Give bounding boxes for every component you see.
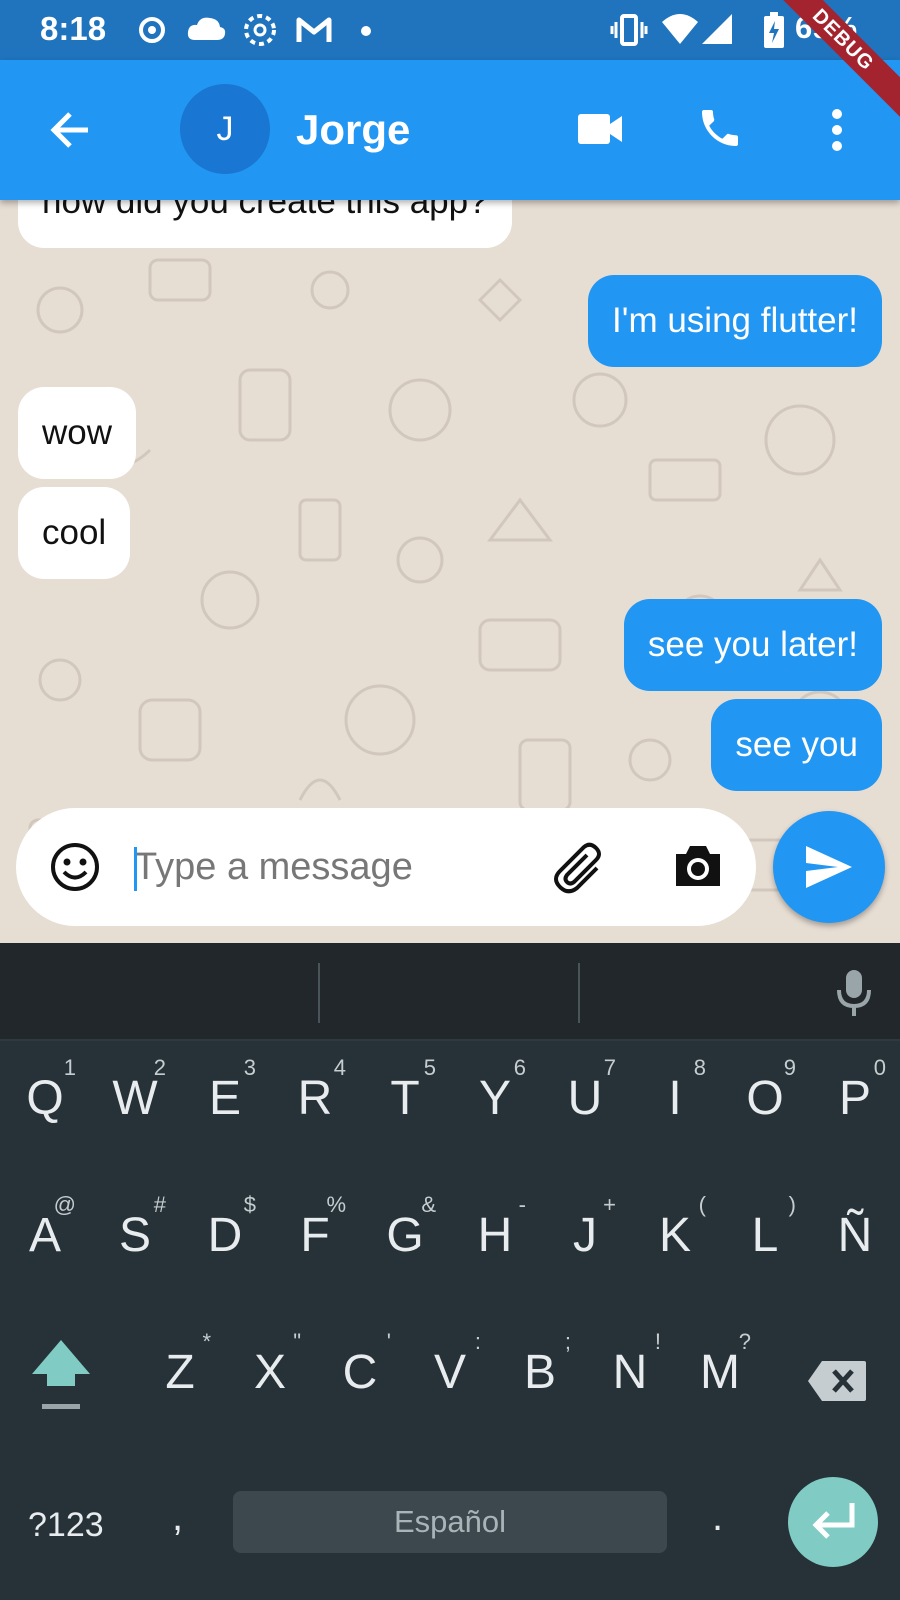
- key-u[interactable]: 7U: [540, 1041, 630, 1171]
- key-n[interactable]: ! N: [585, 1315, 675, 1445]
- wifi-icon: [660, 12, 700, 53]
- attach-icon[interactable]: [551, 840, 607, 899]
- key-t[interactable]: 5T: [360, 1041, 450, 1171]
- suggestion-divider: [318, 963, 320, 1023]
- message-bubble-outgoing: see you: [711, 699, 882, 791]
- key-h[interactable]: -H: [450, 1178, 540, 1308]
- circle-app-icon: [242, 12, 278, 53]
- key-y[interactable]: 6Y: [450, 1041, 540, 1171]
- shift-icon[interactable]: [30, 1338, 92, 1417]
- call-icon[interactable]: [696, 104, 744, 157]
- radio-icon: [138, 12, 166, 53]
- vibrate-icon: [610, 12, 648, 53]
- enter-icon: [812, 1503, 855, 1539]
- symbols-key[interactable]: ?123: [28, 1506, 104, 1545]
- suggestion-divider: [578, 963, 580, 1023]
- emoji-icon[interactable]: [50, 842, 100, 897]
- battery-charging-icon: [762, 12, 786, 55]
- soft-keyboard: 1Q 2W 3E 4R 5T 6Y 7U 8I 9O 0P @ A # S $ D %…: [0, 943, 900, 1600]
- videocam-icon[interactable]: [576, 112, 624, 151]
- message-input-bar: [16, 808, 756, 926]
- message-bubble-incoming: wow: [18, 387, 137, 479]
- key-r[interactable]: 4R: [270, 1041, 360, 1171]
- signal-icon: [700, 12, 736, 53]
- key-w[interactable]: 2W: [90, 1041, 180, 1171]
- key-z[interactable]: * Z: [135, 1315, 225, 1445]
- key-o[interactable]: 9O: [720, 1041, 810, 1171]
- key-v[interactable]: :V: [405, 1315, 495, 1445]
- suggestion-strip: [0, 943, 900, 1041]
- message-bubble-outgoing: I'm using flutter!: [588, 275, 882, 367]
- dot-icon: [360, 24, 372, 42]
- key-j[interactable]: + J: [540, 1178, 630, 1308]
- key-b[interactable]: ; B: [495, 1315, 585, 1445]
- key-e[interactable]: 3E: [180, 1041, 270, 1171]
- message-bubble-incoming: how did you create this app?: [18, 200, 512, 248]
- message-input[interactable]: [134, 838, 544, 896]
- app-bar: J Jorge: [0, 60, 900, 200]
- key-a[interactable]: @ A: [0, 1178, 90, 1308]
- spacebar[interactable]: Español: [233, 1491, 667, 1553]
- key-m[interactable]: ? M: [675, 1315, 765, 1445]
- cloud-chat-icon: [185, 12, 227, 53]
- key-s[interactable]: # S: [90, 1178, 180, 1308]
- key-f[interactable]: % F: [270, 1178, 360, 1308]
- key-c[interactable]: ' C: [315, 1315, 405, 1445]
- message-bubble-outgoing: see you later!: [623, 599, 882, 691]
- send-button[interactable]: [773, 811, 885, 923]
- contact-name[interactable]: Jorge: [296, 106, 410, 154]
- key-q[interactable]: 1Q: [0, 1041, 90, 1171]
- key-p[interactable]: 0P: [810, 1041, 900, 1171]
- period-key[interactable]: .: [712, 1495, 723, 1540]
- more-vert-icon[interactable]: [830, 108, 844, 157]
- status-bar: 8:18 69%: [0, 0, 900, 60]
- key-i[interactable]: 8I: [630, 1041, 720, 1171]
- key-g[interactable]: & G: [360, 1178, 450, 1308]
- message-bubble-incoming: cool: [18, 487, 131, 579]
- text-cursor: [134, 847, 137, 891]
- key-k[interactable]: (K: [630, 1178, 720, 1308]
- status-time: 8:18: [40, 10, 107, 47]
- key-n-tilde[interactable]: Ñ: [810, 1178, 900, 1308]
- backspace-icon[interactable]: [806, 1359, 868, 1408]
- enter-button[interactable]: [788, 1477, 878, 1567]
- key-x[interactable]: " X: [225, 1315, 315, 1445]
- arrow-back-icon[interactable]: [48, 108, 92, 157]
- key-d[interactable]: $ D: [180, 1178, 270, 1308]
- mic-icon[interactable]: [836, 968, 872, 1023]
- key-l[interactable]: ) L: [720, 1178, 810, 1308]
- camera-icon[interactable]: [672, 842, 724, 893]
- send-icon: [806, 846, 852, 888]
- comma-key[interactable]: ,: [172, 1495, 183, 1540]
- avatar[interactable]: J: [180, 84, 270, 174]
- gmail-icon: [295, 12, 333, 53]
